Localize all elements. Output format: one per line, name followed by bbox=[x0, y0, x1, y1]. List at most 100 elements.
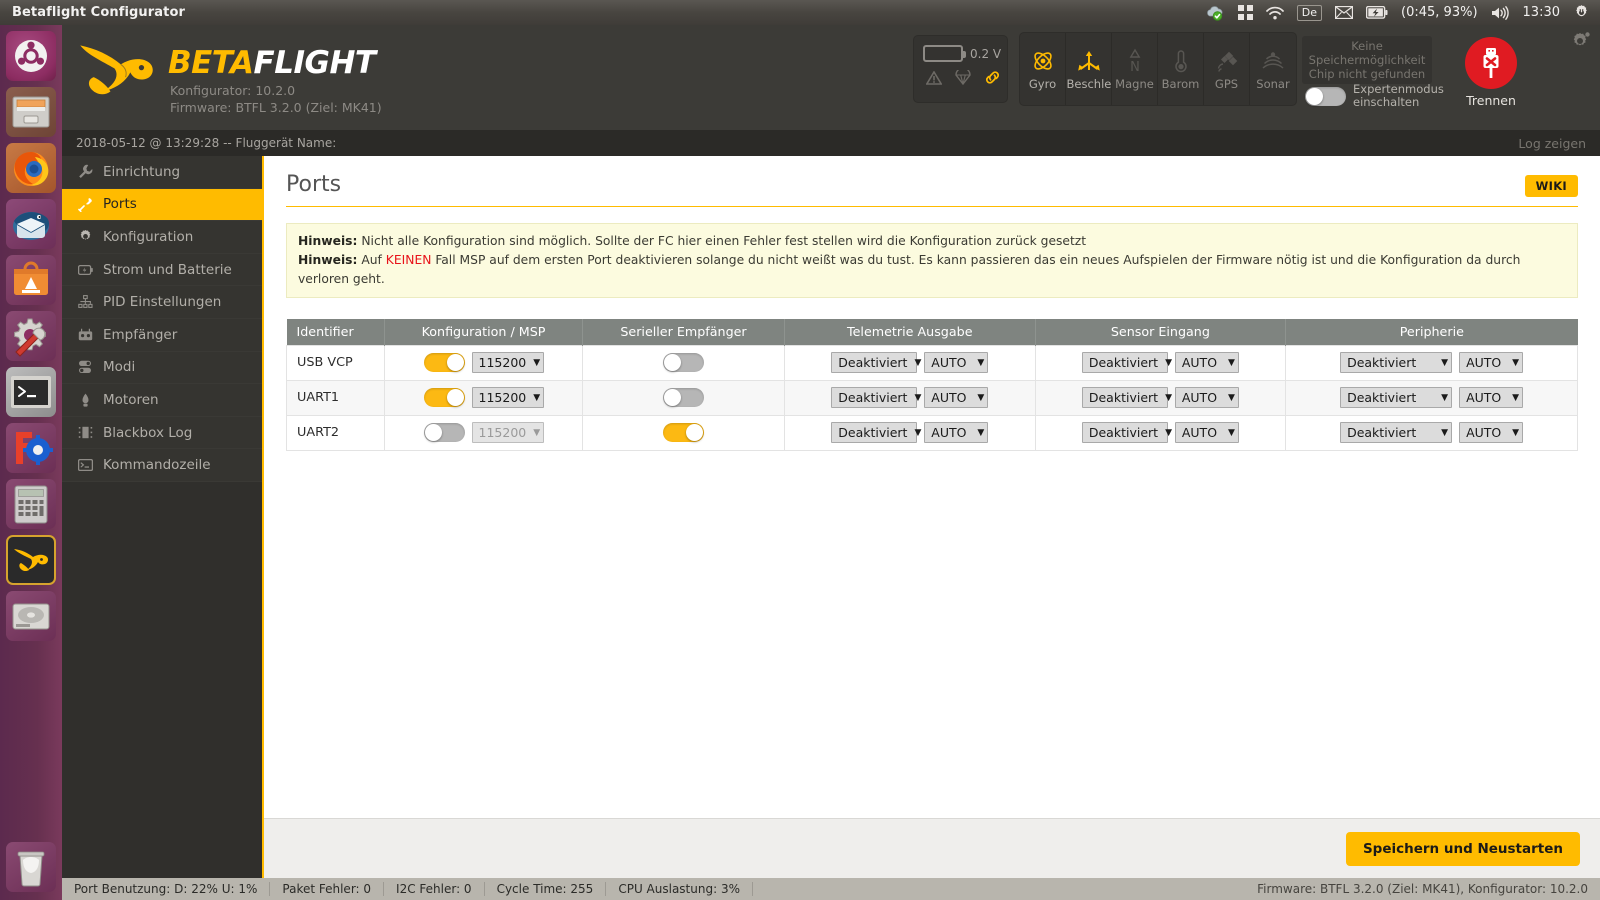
sensor-function-select[interactable]: Deaktiviert ▼ bbox=[1081, 387, 1172, 408]
sensor-baud-select[interactable]: AUTO ▼ bbox=[1174, 387, 1239, 408]
sidebar-label-empfaenger: Empfänger bbox=[103, 326, 178, 343]
barometer-icon bbox=[1174, 49, 1187, 72]
disconnect-button[interactable]: Trennen bbox=[1459, 37, 1523, 108]
sensor-sonar-label: Sonar bbox=[1256, 76, 1290, 91]
sensor-function-select[interactable]: Deaktiviert ▼ bbox=[1081, 422, 1172, 443]
telemetry-function-select[interactable]: Deaktiviert ▼ bbox=[831, 387, 921, 408]
firmware-version: Firmware: BTFL 3.2.0 (Ziel: MK41) bbox=[170, 100, 382, 115]
storage-warning: Keine Speichermöglichkeit Chip nicht gef… bbox=[1302, 36, 1432, 84]
clock[interactable]: 13:30 bbox=[1523, 5, 1560, 20]
msp-toggle[interactable] bbox=[423, 353, 465, 372]
row-identifier: UART2 bbox=[286, 414, 385, 451]
msp-baud-select[interactable]: 115200 ▼ bbox=[471, 387, 544, 408]
sidebar-item-einrichtung[interactable]: Einrichtung bbox=[62, 156, 262, 189]
sensor-function-value: Deaktiviert bbox=[1088, 355, 1159, 370]
sidebar-item-ports[interactable]: Ports bbox=[62, 188, 262, 222]
workspace-switcher-icon[interactable] bbox=[1237, 5, 1253, 20]
chevron-down-icon: ▼ bbox=[914, 357, 922, 368]
sensor-baud-value: AUTO bbox=[1181, 355, 1218, 370]
ports-table-body: USB VCP 115200 ▼ Deaktiviert ▼ AUTO ▼ De… bbox=[286, 344, 1578, 451]
telemetry-function-select[interactable]: Deaktiviert ▼ bbox=[831, 422, 921, 443]
cell-serial-rx bbox=[582, 414, 785, 451]
gear-power-icon[interactable] bbox=[1573, 4, 1590, 21]
save-and-reboot-button[interactable]: Speichern und Neustarten bbox=[1345, 831, 1580, 866]
launcher-item-ubuntu-dash-icon[interactable] bbox=[6, 31, 56, 81]
peripheral-baud-value: AUTO bbox=[1466, 355, 1502, 370]
keyboard-layout-indicator[interactable]: De bbox=[1296, 4, 1323, 21]
link-icon[interactable] bbox=[984, 70, 1001, 89]
launcher-item-terminal-icon[interactable] bbox=[6, 367, 56, 417]
sensor-function-select[interactable]: Deaktiviert ▼ bbox=[1081, 352, 1172, 373]
launcher-item-software-center-icon[interactable] bbox=[6, 255, 56, 305]
sensor-magnetometer: N Magne bbox=[1112, 33, 1158, 105]
telemetry-baud-select[interactable]: AUTO ▼ bbox=[924, 352, 989, 373]
sensor-baud-select[interactable]: AUTO ▼ bbox=[1174, 422, 1239, 443]
telemetry-baud-value: AUTO bbox=[931, 390, 967, 405]
sidebar-item-kommandozeile[interactable]: Kommandozeile bbox=[62, 449, 262, 482]
magnetometer-icon: N bbox=[1129, 48, 1140, 74]
launcher-item-thunderbird-icon[interactable] bbox=[6, 199, 56, 249]
msp-toggle[interactable] bbox=[423, 388, 465, 407]
save-footer: Speichern und Neustarten bbox=[264, 818, 1600, 878]
wiki-button[interactable]: WIKI bbox=[1524, 175, 1578, 197]
sidebar-item-motoren[interactable]: Motoren bbox=[62, 384, 262, 417]
msp-baud-select[interactable]: 115200 ▼ bbox=[471, 352, 544, 373]
sidebar-item-modi[interactable]: Modi bbox=[62, 351, 262, 385]
peripheral-function-select[interactable]: Deaktiviert ▼ bbox=[1340, 387, 1453, 408]
sensor-baud-select[interactable]: AUTO ▼ bbox=[1174, 352, 1239, 373]
telemetry-function-select[interactable]: Deaktiviert ▼ bbox=[831, 352, 921, 373]
serial-rx-toggle[interactable] bbox=[663, 388, 704, 407]
ports-table-head: Identifier Konfiguration / MSP Serieller… bbox=[286, 319, 1578, 345]
launcher-item-trash-icon[interactable] bbox=[6, 842, 56, 892]
telemetry-baud-select[interactable]: AUTO ▼ bbox=[924, 422, 989, 443]
sidebar-label-kommandozeile: Kommandozeile bbox=[103, 457, 211, 474]
battery-level-icon bbox=[923, 45, 966, 62]
sidebar-label-strom-und-batterie: Strom und Batterie bbox=[103, 261, 232, 278]
sidebar-item-empfaenger[interactable]: Empfänger bbox=[62, 318, 262, 352]
sonar-icon bbox=[1262, 51, 1284, 69]
launcher-item-calculator-icon[interactable] bbox=[6, 479, 56, 529]
envelope-icon[interactable] bbox=[1335, 6, 1354, 19]
launcher-item-freecad-icon[interactable] bbox=[6, 423, 56, 473]
sensor-barometer-label: Barom bbox=[1161, 76, 1200, 91]
wifi-icon[interactable] bbox=[1265, 6, 1284, 20]
telemetry-baud-value: AUTO bbox=[931, 425, 967, 440]
brand-beta: BETA bbox=[168, 45, 254, 81]
telemetry-baud-select[interactable]: AUTO ▼ bbox=[924, 387, 989, 408]
msp-toggle[interactable] bbox=[423, 423, 465, 442]
peripheral-function-select[interactable]: Deaktiviert ▼ bbox=[1340, 352, 1453, 373]
msp-baud-select[interactable]: 115200 ▼ bbox=[471, 422, 544, 443]
msp-baud-value: 115200 bbox=[478, 390, 527, 405]
sidebar-item-blackbox-log[interactable]: Blackbox Log bbox=[62, 416, 262, 450]
expert-mode-toggle-group[interactable]: Expertenmodus einschalten bbox=[1305, 83, 1444, 109]
settings-gear-icon[interactable] bbox=[1570, 31, 1590, 55]
launcher-item-disks-icon[interactable] bbox=[6, 591, 56, 641]
cloud-check-icon[interactable] bbox=[1206, 5, 1225, 21]
launcher-item-firefox-icon[interactable] bbox=[6, 143, 56, 193]
serial-rx-toggle[interactable] bbox=[663, 353, 704, 372]
peripheral-baud-select[interactable]: AUTO ▼ bbox=[1459, 387, 1524, 408]
sensor-gps-label: GPS bbox=[1214, 76, 1239, 91]
row-identifier: USB VCP bbox=[286, 344, 385, 381]
serial-rx-toggle[interactable] bbox=[663, 423, 704, 442]
launcher-item-files-icon[interactable] bbox=[6, 87, 56, 137]
brand-wordmark: BETAFLIGHT bbox=[168, 45, 382, 81]
launcher-item-system-tools-icon[interactable] bbox=[6, 311, 56, 361]
sidebar-item-strom-und-batterie[interactable]: Strom und Batterie bbox=[62, 253, 262, 287]
battery-status-text[interactable]: (0:45, 93%) bbox=[1401, 5, 1478, 20]
msp-baud-value: 115200 bbox=[478, 425, 527, 440]
battery-voltage: 0.2 V bbox=[970, 46, 1002, 61]
session-status-text: 2018-05-12 @ 13:29:28 -- Fluggerät Name: bbox=[76, 136, 337, 150]
peripheral-baud-select[interactable]: AUTO ▼ bbox=[1459, 352, 1524, 373]
sidebar-item-pid-einstellungen[interactable]: PID Einstellungen bbox=[62, 286, 262, 319]
expert-mode-toggle[interactable] bbox=[1305, 86, 1346, 106]
sidebar-item-konfiguration[interactable]: Konfiguration bbox=[62, 221, 262, 254]
show-log-link[interactable]: Log zeigen bbox=[1518, 136, 1586, 151]
bottom-status-bar: Port Benutzung: D: 22% U: 1% Paket Fehle… bbox=[62, 878, 1600, 900]
peripheral-function-select[interactable]: Deaktiviert ▼ bbox=[1340, 422, 1453, 443]
sidebar-label-einrichtung: Einrichtung bbox=[103, 163, 181, 180]
launcher-item-betaflight-icon[interactable] bbox=[6, 535, 56, 585]
battery-charging-icon[interactable] bbox=[1366, 6, 1388, 19]
peripheral-baud-select[interactable]: AUTO ▼ bbox=[1459, 422, 1524, 443]
speaker-icon[interactable] bbox=[1491, 5, 1510, 20]
